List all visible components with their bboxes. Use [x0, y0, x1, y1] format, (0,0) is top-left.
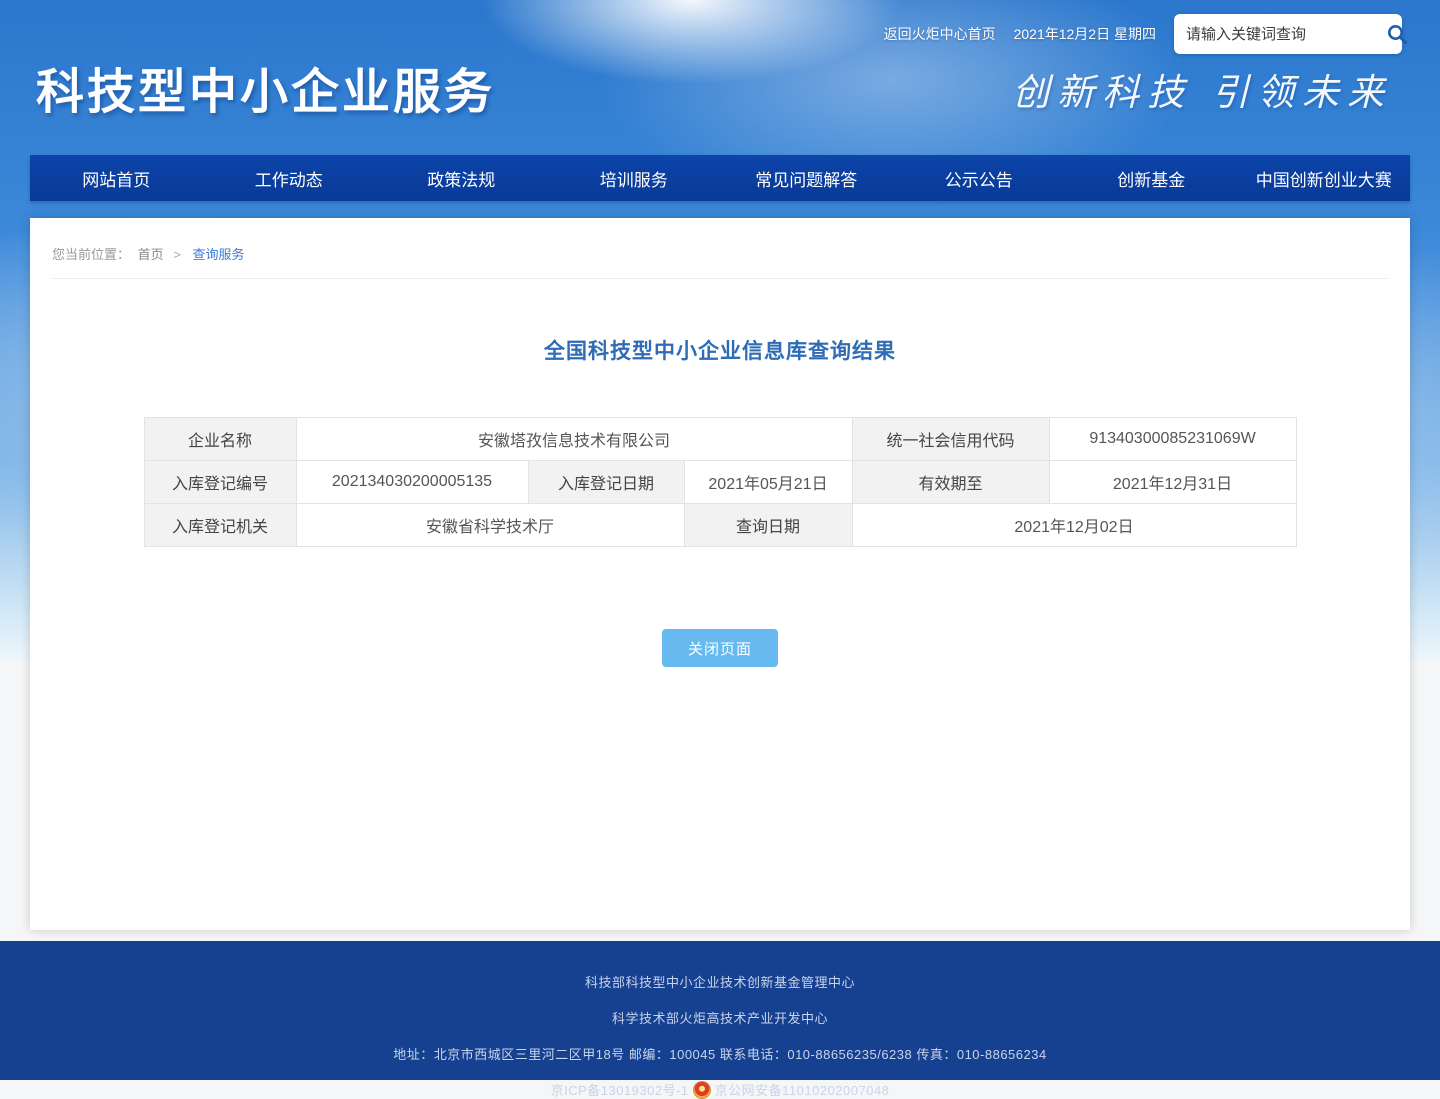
nav-item-training[interactable]: 培训服务 [548, 155, 721, 201]
valid-until-value: 2021年12月31日 [1049, 461, 1296, 504]
nav-item-news[interactable]: 工作动态 [203, 155, 376, 201]
credit-code-label: 统一社会信用代码 [852, 418, 1049, 461]
reg-date-value: 2021年05月21日 [684, 461, 852, 504]
nav-item-policy[interactable]: 政策法规 [375, 155, 548, 201]
footer-police-link[interactable]: 京公网安备11010202007048 [715, 1080, 890, 1099]
search-box [1174, 14, 1402, 54]
footer-icp-link[interactable]: 京ICP备13019302号-1 [551, 1080, 689, 1099]
page-footer: 科技部科技型中小企业技术创新基金管理中心 科学技术部火炬高技术产业开发中心 地址… [0, 941, 1440, 1080]
query-result-table: 企业名称 安徽塔孜信息技术有限公司 统一社会信用代码 9134030008523… [144, 417, 1297, 547]
police-badge-icon [693, 1081, 711, 1099]
table-row: 入库登记编号 202134030200005135 入库登记日期 2021年05… [144, 461, 1296, 504]
nav-item-competition[interactable]: 中国创新创业大赛 [1238, 155, 1411, 201]
footer-legal: 京ICP备13019302号-1 京公网安备11010202007048 [0, 1080, 1440, 1099]
close-page-button[interactable]: 关闭页面 [662, 629, 778, 667]
company-name-value: 安徽塔孜信息技术有限公司 [296, 418, 852, 461]
reg-authority-value: 安徽省科学技术厅 [296, 504, 684, 547]
current-date: 2021年12月2日 星期四 [1014, 24, 1156, 44]
search-icon [1385, 22, 1409, 46]
query-date-value: 2021年12月02日 [852, 504, 1296, 547]
site-title: 科技型中小企业服务 [36, 52, 495, 122]
table-row: 入库登记机关 安徽省科学技术厅 查询日期 2021年12月02日 [144, 504, 1296, 547]
back-to-torch-center-link[interactable]: 返回火炬中心首页 [884, 24, 996, 44]
valid-until-label: 有效期至 [852, 461, 1049, 504]
breadcrumb-current-link[interactable]: 查询服务 [193, 247, 245, 262]
top-bar: 返回火炬中心首页 2021年12月2日 星期四 [884, 14, 1402, 54]
breadcrumb-separator: > [173, 247, 181, 262]
reg-number-value: 202134030200005135 [296, 461, 528, 504]
nav-item-home[interactable]: 网站首页 [30, 155, 203, 201]
search-input[interactable] [1186, 26, 1385, 43]
nav-item-faq[interactable]: 常见问题解答 [720, 155, 893, 201]
reg-date-label: 入库登记日期 [528, 461, 684, 504]
site-slogan: 创新科技 引领未来 [1012, 62, 1392, 116]
content-panel: 您当前位置： 首页 > 查询服务 全国科技型中小企业信息库查询结果 企业名称 安… [30, 218, 1410, 930]
nav-item-innovation-fund[interactable]: 创新基金 [1065, 155, 1238, 201]
table-row: 企业名称 安徽塔孜信息技术有限公司 统一社会信用代码 9134030008523… [144, 418, 1296, 461]
reg-number-label: 入库登记编号 [144, 461, 296, 504]
breadcrumb-prefix: 您当前位置： [52, 247, 130, 262]
query-date-label: 查询日期 [684, 504, 852, 547]
page-title: 全国科技型中小企业信息库查询结果 [30, 335, 1410, 365]
footer-org-1: 科技部科技型中小企业技术创新基金管理中心 [0, 972, 1440, 991]
search-button[interactable] [1385, 19, 1409, 49]
breadcrumb-home-link[interactable]: 首页 [138, 247, 164, 262]
main-navigation: 网站首页 工作动态 政策法规 培训服务 常见问题解答 公示公告 创新基金 中国创… [30, 155, 1410, 201]
credit-code-value: 91340300085231069W [1049, 418, 1296, 461]
nav-item-announcements[interactable]: 公示公告 [893, 155, 1066, 201]
footer-org-2: 科学技术部火炬高技术产业开发中心 [0, 1008, 1440, 1027]
footer-address: 地址：北京市西城区三里河二区甲18号 邮编：100045 联系电话：010-88… [0, 1044, 1440, 1063]
breadcrumb: 您当前位置： 首页 > 查询服务 [52, 218, 1388, 279]
reg-authority-label: 入库登记机关 [144, 504, 296, 547]
company-name-label: 企业名称 [144, 418, 296, 461]
